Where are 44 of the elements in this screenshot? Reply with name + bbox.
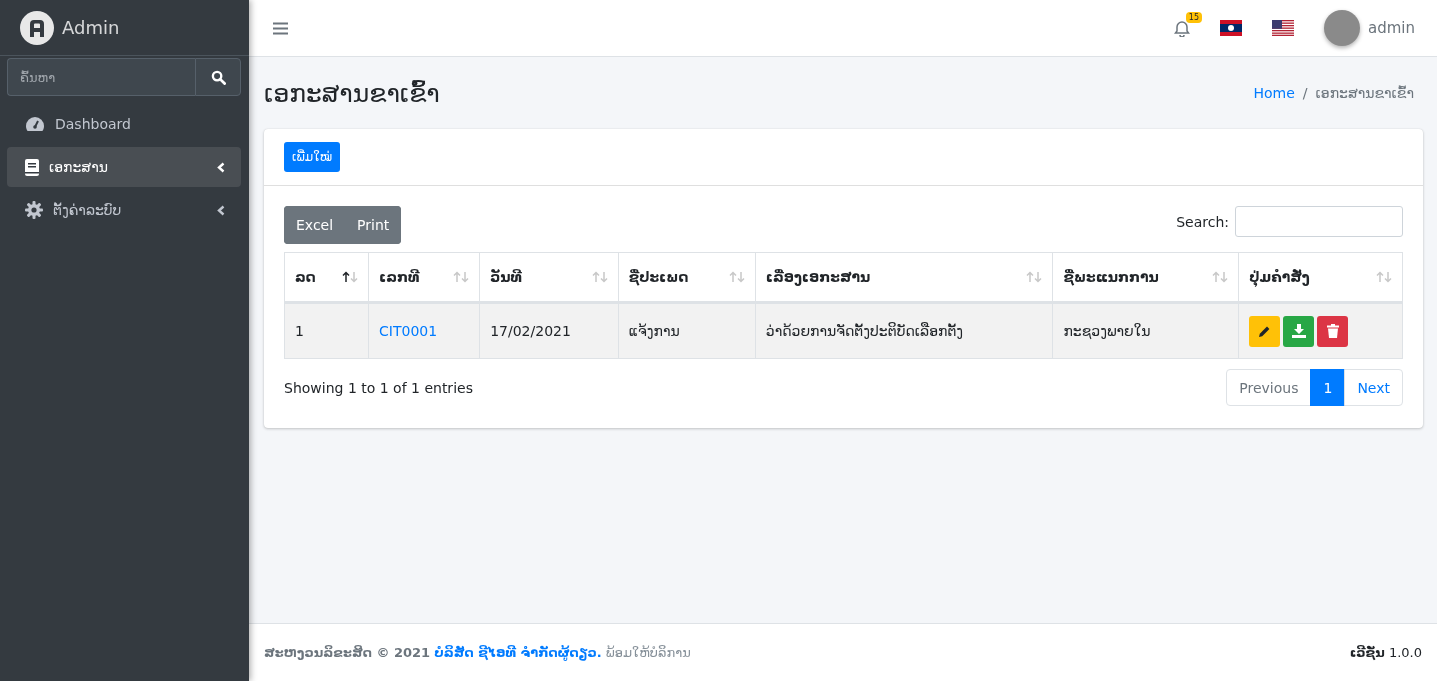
trash-icon (1326, 324, 1339, 338)
document-number-link[interactable]: CIT0001 (379, 323, 438, 339)
table-cell: ແຈ້ງການ (618, 302, 756, 359)
menu-item[interactable]: Dashboard (7, 104, 241, 144)
chevron-left-icon (217, 204, 225, 216)
entries-info: Showing 1 to 1 of 1 entries (284, 379, 473, 396)
company-link[interactable]: ບໍລິສັດ ຊີໄອທີ ຈໍາກັດຜູ້ດຽວ. (434, 645, 602, 660)
breadcrumb-current: ເອກະສານຂາເຂົ້າ (1315, 85, 1414, 101)
table-search-field[interactable] (1235, 206, 1403, 237)
table-cell: 17/02/2021 (479, 302, 619, 359)
menu-icon[interactable] (273, 21, 288, 35)
search-icon (210, 69, 226, 85)
gear-icon (25, 201, 43, 219)
breadcrumb-separator: / (1302, 85, 1308, 101)
notification-badge: 15 (1185, 11, 1202, 23)
bell-icon[interactable] (1174, 19, 1190, 37)
avatar[interactable] (1324, 10, 1360, 46)
delete-button[interactable] (1317, 315, 1349, 347)
download-icon (1291, 324, 1306, 338)
gauge-icon (25, 116, 45, 132)
breadcrumb-link[interactable]: Home (1253, 85, 1295, 101)
menu-item[interactable]: ເອກະສານ (7, 147, 241, 187)
menu-item[interactable]: ຕັ້ງຄ່າລະບົບ (7, 190, 241, 230)
search-field[interactable]: ຄົ້ນຫາ (7, 58, 195, 96)
table-cell: 1 (284, 302, 369, 359)
table-cell: ກະຊວງພາຍໃນ (1052, 302, 1239, 359)
user-name[interactable]: admin (1368, 19, 1415, 37)
chevron-left-icon (217, 161, 225, 173)
page-title: ເອກະສານຂາເຂົ້າ (264, 78, 440, 108)
pencil-icon (1258, 324, 1272, 338)
search-label: Search: (1176, 213, 1229, 230)
brand-name: Admin (62, 17, 120, 38)
version-text: ເວີຊັ່ນ 1.0.0 (1349, 645, 1422, 660)
search-button[interactable] (195, 58, 241, 96)
add-button[interactable]: ເພີ່ມໃໝ່ (284, 142, 341, 172)
logo-icon (20, 10, 54, 45)
pagination-button[interactable]: Next (1344, 369, 1403, 406)
copyright-text: ສະຫງວນລິຂະສິດ © 2021 ບໍລິສັດ ຊີໄອທີ ຈໍາກັດຜູ້ດຽວ. ພ້ອມໃຫ້ບໍລິການ (264, 645, 691, 660)
table-cell: ວ່າດ້ວຍການຈັດຕັ້ງປະຕິບັດເລືອກຕັ້ງ (755, 302, 1053, 359)
flag-icon[interactable] (1272, 20, 1294, 36)
edit-button[interactable] (1249, 315, 1281, 347)
pagination-button[interactable]: 1 (1310, 369, 1346, 406)
book-icon (25, 158, 39, 176)
flag-icon[interactable] (1220, 20, 1242, 36)
